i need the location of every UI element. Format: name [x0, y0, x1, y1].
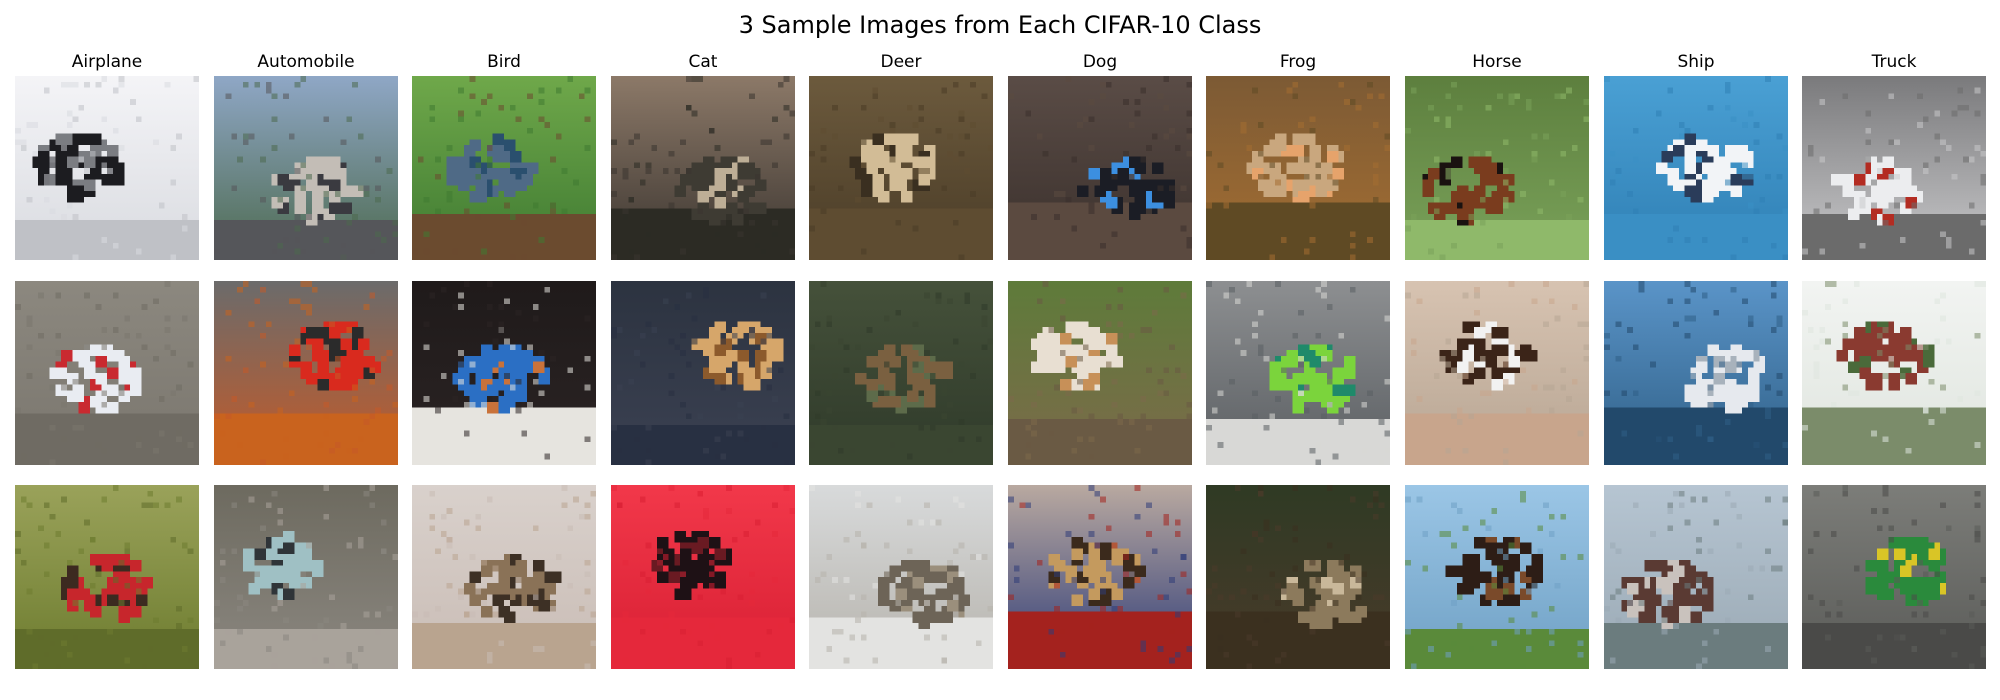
- image-grid: Airplane Automobile Bird Cat Deer Dog Frog Hors…: [15, 51, 1986, 671]
- sample-image-frog-2: [1206, 281, 1390, 465]
- sample-image-dog-1: [1008, 76, 1192, 260]
- sample-image-bird-3: [412, 485, 596, 669]
- sample-image-automobile-2: [214, 281, 398, 465]
- sample-image-horse-2: [1405, 281, 1589, 465]
- sample-image-deer-1: [809, 76, 993, 260]
- sample-image-truck-3: [1802, 485, 1986, 669]
- sample-image-bird-1: [412, 76, 596, 260]
- class-label-horse: Horse: [1472, 52, 1522, 72]
- sample-image-deer-2: [809, 281, 993, 465]
- class-label-frog: Frog: [1279, 52, 1317, 72]
- sample-image-ship-2: [1604, 281, 1788, 465]
- sample-image-dog-3: [1008, 485, 1192, 669]
- figure-title: 3 Sample Images from Each CIFAR-10 Class: [738, 11, 1262, 39]
- sample-image-truck-2: [1802, 281, 1986, 465]
- sample-image-truck-1: [1802, 76, 1986, 260]
- sample-image-airplane-3: [15, 485, 199, 669]
- sample-image-frog-1: [1206, 76, 1390, 260]
- sample-image-cat-2: [611, 281, 795, 465]
- sample-image-frog-3: [1206, 485, 1390, 669]
- sample-image-automobile-3: [214, 485, 398, 669]
- class-label-dog: Dog: [1082, 52, 1118, 72]
- sample-image-horse-1: [1405, 76, 1589, 260]
- class-label-bird: Bird: [487, 52, 521, 72]
- sample-image-ship-1: [1604, 76, 1788, 260]
- sample-image-airplane-2: [15, 281, 199, 465]
- class-label-ship: Ship: [1677, 52, 1715, 72]
- sample-image-dog-2: [1008, 281, 1192, 465]
- class-label-airplane: Airplane: [71, 52, 143, 72]
- sample-image-cat-1: [611, 76, 795, 260]
- sample-image-deer-3: [809, 485, 993, 669]
- sample-image-ship-3: [1604, 485, 1788, 669]
- sample-image-horse-3: [1405, 485, 1589, 669]
- sample-image-airplane-1: [15, 76, 199, 260]
- sample-image-bird-2: [412, 281, 596, 465]
- class-label-truck: Truck: [1871, 52, 1917, 72]
- class-label-deer: Deer: [880, 52, 922, 72]
- class-label-automobile: Automobile: [257, 52, 355, 72]
- sample-image-cat-3: [611, 485, 795, 669]
- class-label-cat: Cat: [688, 52, 718, 72]
- sample-image-automobile-1: [214, 76, 398, 260]
